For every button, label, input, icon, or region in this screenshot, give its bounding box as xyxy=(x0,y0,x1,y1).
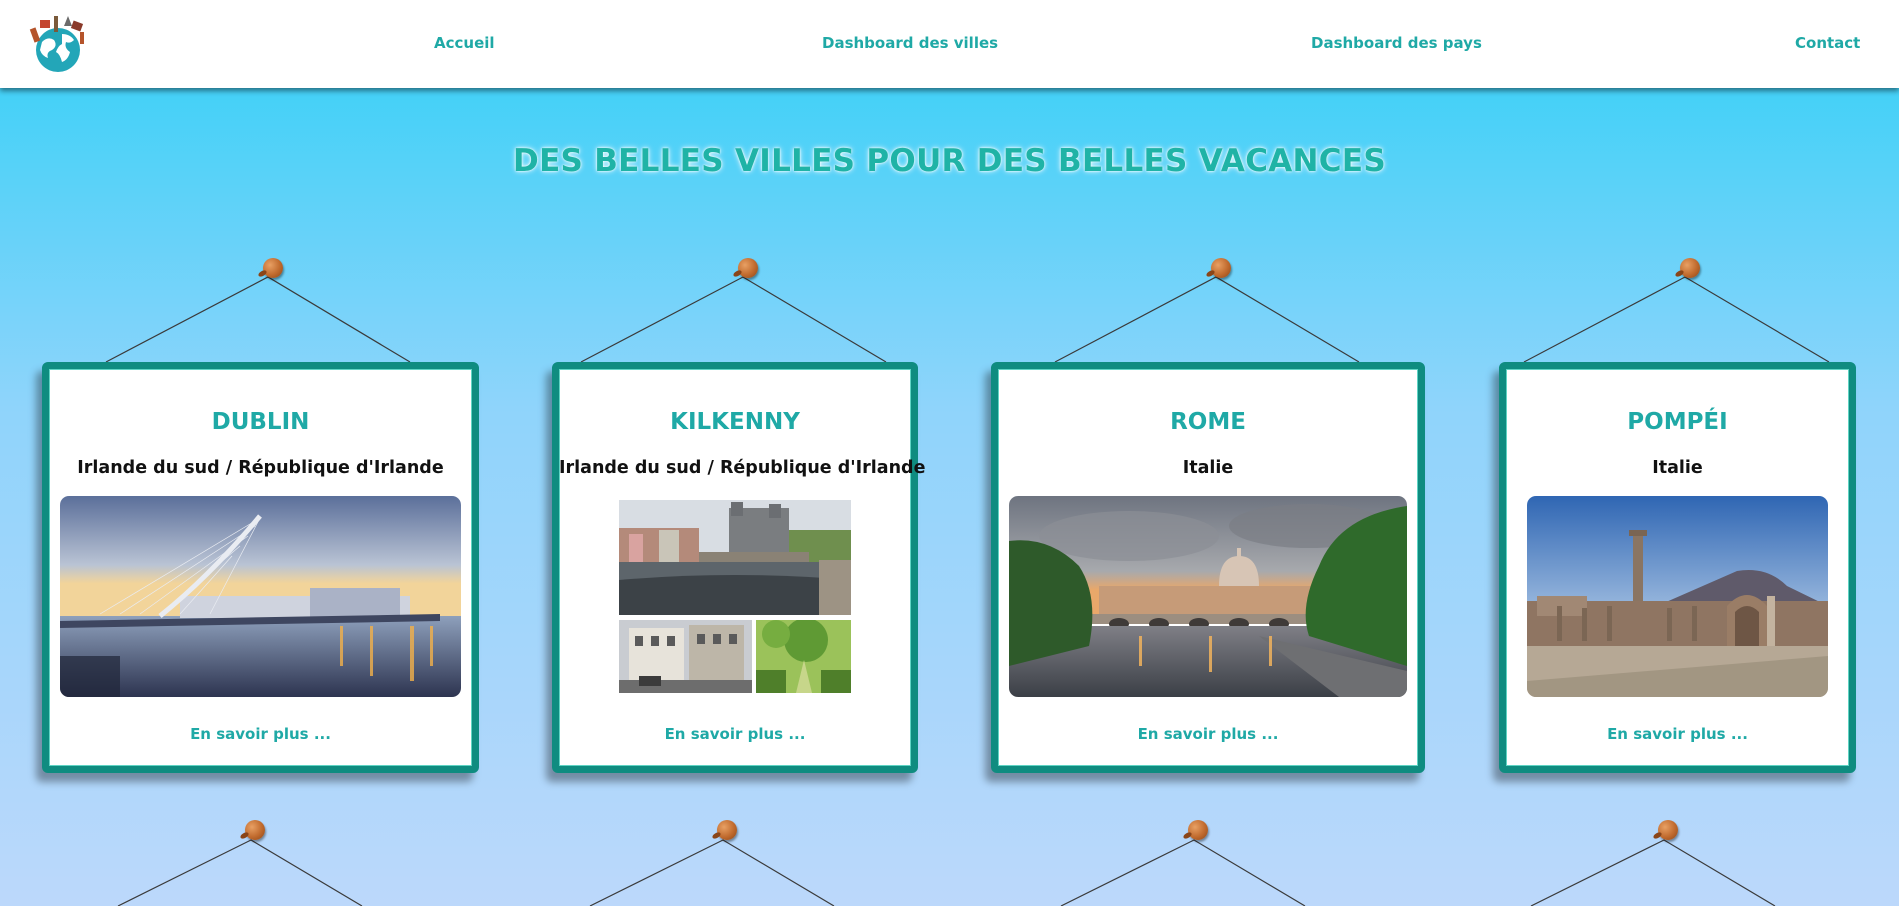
nav-link-contact[interactable]: Contact xyxy=(1795,34,1860,52)
card-country-name: Irlande du sud / République d'Irlande xyxy=(77,458,444,478)
pushpin-icon xyxy=(1658,820,1678,840)
city-card-rome: ROME Italie En savoir plus ... xyxy=(991,362,1425,773)
pushpin-icon xyxy=(1211,258,1231,278)
rome-river-photo xyxy=(1009,496,1407,697)
nav-link-countries-dashboard[interactable]: Dashboard des pays xyxy=(1311,34,1482,52)
card-country-name: Irlande du sud / République d'Irlande xyxy=(559,458,926,478)
kilkenny-street-photo xyxy=(619,620,752,693)
more-info-link[interactable]: En savoir plus ... xyxy=(1506,725,1849,743)
city-card-dublin: DUBLIN Irlande du sud / République d'Irl… xyxy=(42,362,479,773)
pushpin-icon xyxy=(1680,258,1700,278)
more-info-link[interactable]: En savoir plus ... xyxy=(559,725,911,743)
card-city-name: KILKENNY xyxy=(670,409,800,435)
nav-link-cities-dashboard[interactable]: Dashboard des villes xyxy=(822,34,998,52)
pushpin-icon xyxy=(245,820,265,840)
card-city-name: ROME xyxy=(1170,409,1246,435)
pushpin-icon xyxy=(1188,820,1208,840)
card-city-name: POMPÉI xyxy=(1627,409,1728,435)
kilkenny-garden-photo xyxy=(756,620,851,693)
pompei-ruins-photo xyxy=(1527,496,1828,697)
city-card-kilkenny: KILKENNY Irlande du sud / République d'I… xyxy=(552,362,926,773)
site-header: Accueil Dashboard des villes Dashboard d… xyxy=(0,0,1899,88)
kilkenny-castle-photo xyxy=(619,500,851,615)
city-card-pompei: POMPÉI Italie En savoir plus ... xyxy=(1499,362,1856,773)
pushpin-icon xyxy=(263,258,283,278)
nav-link-home[interactable]: Accueil xyxy=(434,34,495,52)
kilkenny-photo-collage xyxy=(619,500,851,693)
more-info-link[interactable]: En savoir plus ... xyxy=(49,725,472,743)
card-country-name: Italie xyxy=(1652,458,1703,478)
card-city-name: DUBLIN xyxy=(211,409,310,435)
globe-travel-logo-icon[interactable] xyxy=(24,12,94,76)
card-country-name: Italie xyxy=(1182,458,1234,478)
more-info-link[interactable]: En savoir plus ... xyxy=(998,725,1418,743)
dublin-bridge-photo xyxy=(60,496,461,697)
pushpin-icon xyxy=(717,820,737,840)
pushpin-icon xyxy=(738,258,758,278)
